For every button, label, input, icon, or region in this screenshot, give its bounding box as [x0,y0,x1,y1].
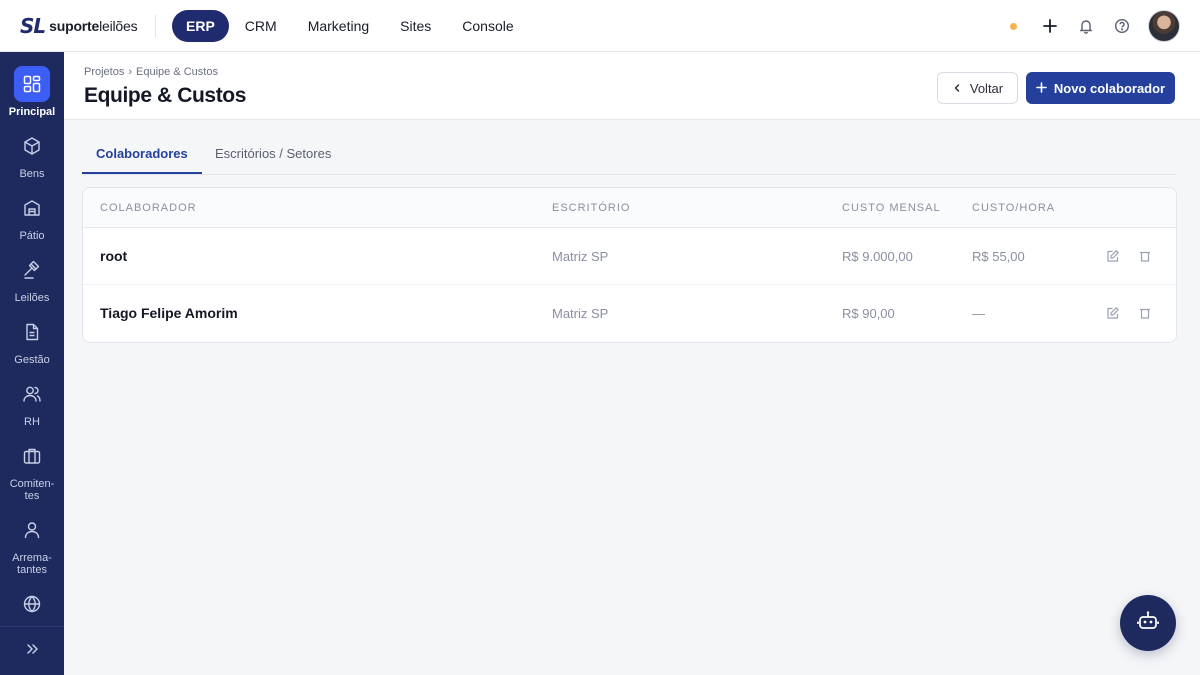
table-row[interactable]: root Matriz SP R$ 9.000,00 R$ 55,00 [83,228,1176,285]
breadcrumb-projetos[interactable]: Projetos [84,66,124,78]
sidebar-label: Leilões [14,292,50,304]
table-header: COLABORADOR ESCRITÓRIO CUSTO MENSAL CUST… [83,188,1176,228]
monthly-cost-cell: R$ 9.000,00 [842,249,913,264]
sidebar-item-principal[interactable]: Principal [0,66,64,118]
help-icon[interactable] [1112,16,1132,36]
logo-text: suporteleilões [49,18,138,34]
brand-logo[interactable]: SL suporteleilões [20,14,138,38]
sidebar-item-gestao[interactable]: Gestão [0,314,64,366]
office-cell: Matriz SP [552,306,609,321]
nav-sites[interactable]: Sites [385,10,446,42]
plus-icon [1036,81,1047,96]
sidebar-item-leiloes[interactable]: Leilões [0,252,64,304]
sidebar-item-bens[interactable]: Bens [0,128,64,180]
column-header-escritorio[interactable]: ESCRITÓRIO [552,202,630,214]
monthly-cost-cell: R$ 90,00 [842,306,895,321]
sidebar-item-patio[interactable]: Pátio [0,190,64,242]
collaborator-name: root [100,248,128,264]
top-bar: SL suporteleilões ERP CRM Marketing Site… [0,0,1200,52]
tab-escritorios-setores[interactable]: Escritórios / Setores [201,134,345,174]
collaborators-table: COLABORADOR ESCRITÓRIO CUSTO MENSAL CUST… [82,187,1177,343]
back-button-label: Voltar [969,80,1004,96]
nav-crm[interactable]: CRM [230,10,292,42]
sidebar-item-arrematantes[interactable]: Arrema-tantes [0,512,64,576]
sidebar-label: Arrema-tantes [12,552,52,576]
delete-icon[interactable] [1137,305,1153,321]
sidebar-label: Bens [19,168,45,180]
column-header-custo-hora[interactable]: CUSTO/HORA [972,202,1055,214]
sidebar: Principal Bens Pátio Leilões Gestão RH C… [0,52,64,675]
new-collaborator-button[interactable]: Novo colaborador [1026,72,1175,104]
page-title: Equipe & Custos [84,84,247,107]
box-icon [14,128,50,164]
globe-icon [14,586,50,622]
office-cell: Matriz SP [552,249,609,264]
delete-icon[interactable] [1137,248,1153,264]
assistant-bot-button[interactable] [1120,595,1176,651]
breadcrumb-current: Equipe & Custos [136,66,218,78]
status-dot [1010,23,1017,30]
sidebar-label: Principal [8,106,56,118]
table-row[interactable]: Tiago Felipe Amorim Matriz SP R$ 90,00 — [83,285,1176,342]
logo-mark: SL [20,14,46,38]
avatar[interactable] [1148,10,1180,42]
document-icon [14,314,50,350]
nav-erp[interactable]: ERP [172,10,229,42]
nav-marketing[interactable]: Marketing [293,10,384,42]
dashboard-grid-icon [14,66,50,102]
breadcrumb-separator: › [128,66,133,78]
tab-colaboradores[interactable]: Colaboradores [82,134,202,174]
back-button[interactable]: Voltar [937,72,1018,104]
warehouse-icon [14,190,50,226]
sidebar-collapse-button[interactable] [0,626,64,675]
breadcrumb: Projetos › Equipe & Custos [84,66,218,78]
chevron-left-icon [952,81,962,96]
bell-icon[interactable] [1076,16,1096,36]
sidebar-label: Comiten-tes [9,478,55,502]
hourly-cost-cell: R$ 55,00 [972,249,1025,264]
gavel-icon [14,252,50,288]
sidebar-label: Pátio [19,230,45,242]
tab-bar: Colaboradores Escritórios / Setores [82,134,1176,175]
nav-console[interactable]: Console [447,10,528,42]
edit-icon[interactable] [1105,248,1121,264]
column-header-custo-mensal[interactable]: CUSTO MENSAL [842,202,941,214]
sidebar-item-sites[interactable] [0,586,64,622]
sidebar-label: Gestão [14,354,50,366]
hourly-cost-cell: — [972,306,985,321]
page-header: Projetos › Equipe & Custos Equipe & Cust… [64,52,1200,120]
robot-icon [1136,609,1160,638]
edit-icon[interactable] [1105,305,1121,321]
plus-icon[interactable] [1040,16,1060,36]
users-icon [14,376,50,412]
sidebar-label: RH [24,416,40,428]
top-nav: ERP CRM Marketing Sites Console [172,10,530,42]
double-chevron-right-icon [25,642,39,661]
sidebar-item-rh[interactable]: RH [0,376,64,428]
divider [155,15,156,37]
sidebar-item-comitentes[interactable]: Comiten-tes [0,438,64,502]
briefcase-icon [14,438,50,474]
user-icon [14,512,50,548]
collaborator-name: Tiago Felipe Amorim [100,305,238,321]
new-collaborator-label: Novo colaborador [1053,80,1166,96]
column-header-colaborador[interactable]: COLABORADOR [100,202,197,214]
